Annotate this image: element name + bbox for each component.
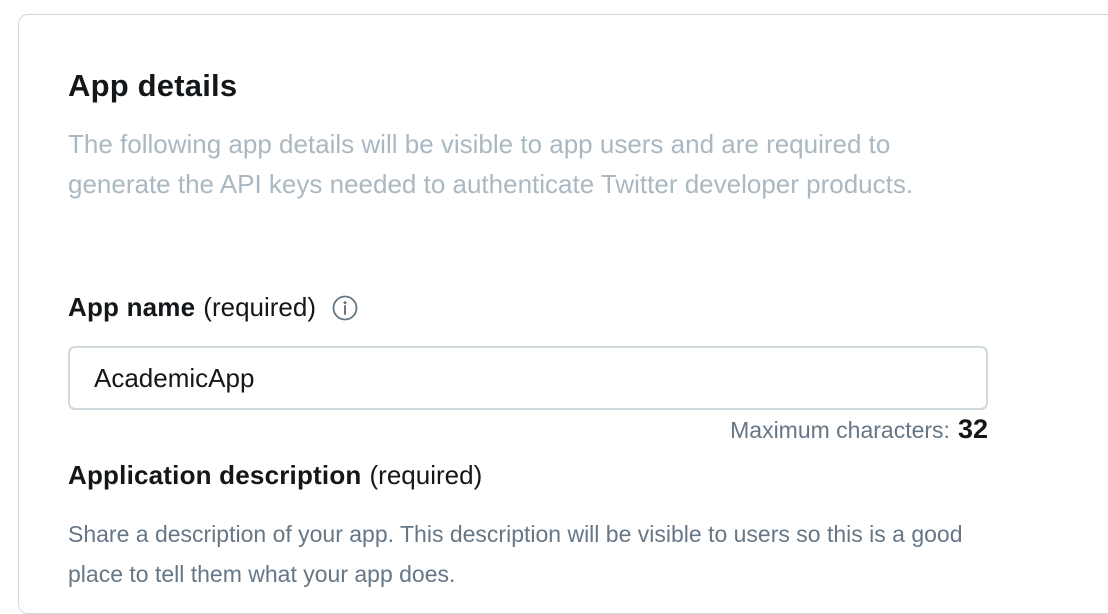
- info-circle-icon[interactable]: [332, 295, 358, 321]
- app-name-required-tag: (required): [203, 292, 317, 322]
- max-characters-value: 32: [957, 414, 988, 444]
- max-characters-hint: Maximum characters: 32: [730, 414, 988, 445]
- application-description-help: Share a description of your app. This de…: [68, 521, 963, 587]
- section-title: App details: [68, 68, 238, 103]
- app-name-input[interactable]: [68, 346, 988, 410]
- app-name-label: App name (required): [68, 292, 358, 323]
- app-name-label-text: App name: [68, 292, 196, 322]
- max-characters-label: Maximum characters:: [730, 417, 950, 443]
- application-description-label-text: Application description: [68, 460, 362, 490]
- section-description: The following app details will be visibl…: [68, 129, 914, 199]
- application-description-required-tag: (required): [369, 460, 483, 490]
- application-description-label: Application description (required): [68, 460, 482, 491]
